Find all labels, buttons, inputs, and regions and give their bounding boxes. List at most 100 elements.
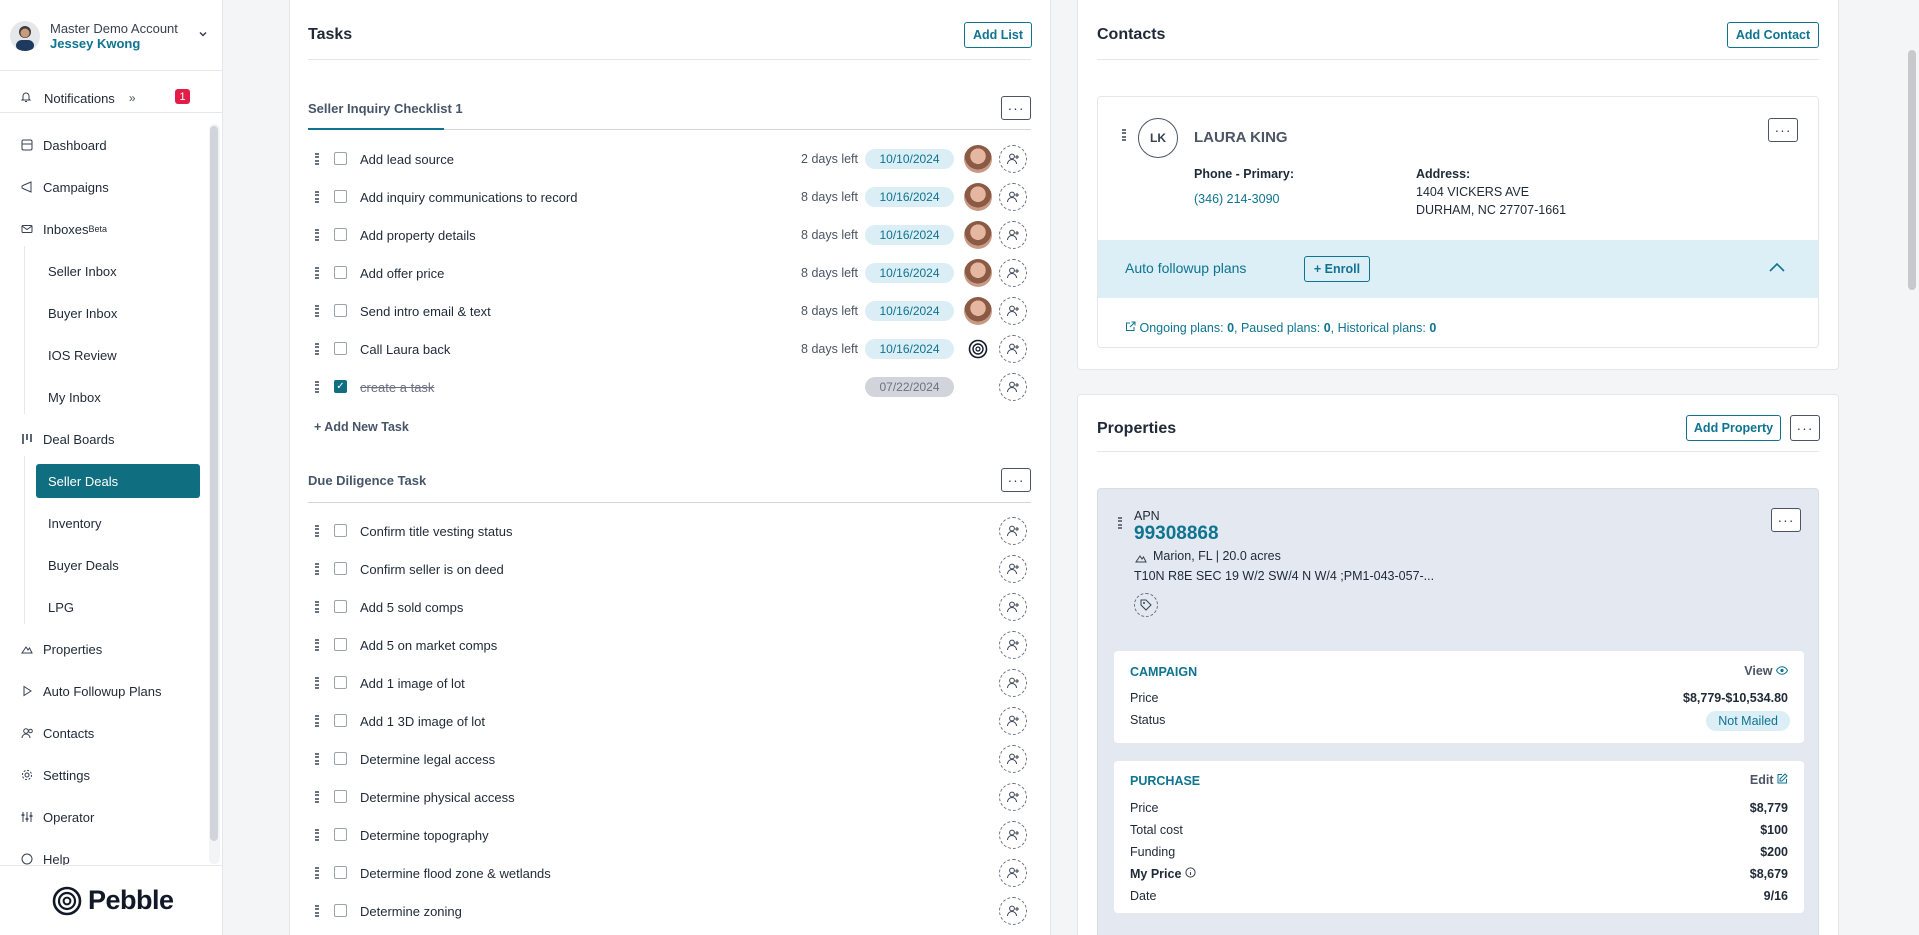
task-name[interactable]: Add property details <box>360 228 476 243</box>
add-assignee-icon[interactable] <box>999 745 1027 773</box>
task-row[interactable]: Add 5 sold comps <box>308 588 1030 626</box>
chevron-up-icon[interactable] <box>1768 260 1786 277</box>
assignee-avatar[interactable] <box>964 297 992 325</box>
task-row[interactable]: Determine physical access <box>308 778 1030 816</box>
purchase-edit-button[interactable]: Edit <box>1750 773 1788 787</box>
task-name[interactable]: Add lead source <box>360 152 454 167</box>
sidebar-item-lpg[interactable]: LPG <box>36 590 200 624</box>
sidebar-item-help[interactable]: Help <box>0 842 210 866</box>
add-contact-button[interactable]: Add Contact <box>1727 22 1819 48</box>
drag-handle-icon[interactable] <box>315 715 319 727</box>
contact-more-button[interactable]: ··· <box>1768 118 1798 142</box>
add-assignee-icon[interactable] <box>999 897 1027 925</box>
sidebar-item-buyer-inbox[interactable]: Buyer Inbox <box>36 296 200 330</box>
assignee-avatar[interactable] <box>964 259 992 287</box>
task-row[interactable]: Determine flood zone & wetlands <box>308 854 1030 892</box>
drag-handle-icon[interactable] <box>315 867 319 879</box>
task-row[interactable]: Add lead source 2 days left 10/10/2024 <box>308 140 1030 178</box>
add-assignee-icon[interactable] <box>999 859 1027 887</box>
chevron-down-icon[interactable] <box>197 28 209 43</box>
sidebar-item-seller-inbox[interactable]: Seller Inbox <box>36 254 200 288</box>
task-name[interactable]: create a task <box>360 380 434 395</box>
assignee-avatar[interactable] <box>964 145 992 173</box>
task-due-date[interactable]: 10/10/2024 <box>865 149 954 169</box>
task-row[interactable]: Confirm seller is on deed <box>308 550 1030 588</box>
task-name[interactable]: Add 1 image of lot <box>360 676 465 691</box>
drag-handle-icon[interactable] <box>315 191 319 203</box>
task-checkbox[interactable] <box>334 304 347 317</box>
task-checkbox[interactable] <box>334 714 347 727</box>
add-new-task-button[interactable]: + Add New Task <box>314 420 409 434</box>
task-checkbox[interactable] <box>334 828 347 841</box>
task-checkbox[interactable] <box>334 342 347 355</box>
drag-handle-icon[interactable] <box>315 677 319 689</box>
contact-name[interactable]: LAURA KING <box>1194 129 1288 146</box>
sidebar-item-campaigns[interactable]: Campaigns <box>0 170 210 204</box>
sidebar-item-buyer-deals[interactable]: Buyer Deals <box>36 548 200 582</box>
task-row[interactable]: Send intro email & text 8 days left 10/16/… <box>308 292 1030 330</box>
task-row[interactable]: Call Laura back 8 days left 10/16/2024 <box>308 330 1030 368</box>
task-due-date[interactable]: 10/16/2024 <box>865 263 954 283</box>
task-row[interactable]: Determine topography <box>308 816 1030 854</box>
sidebar-item-my-inbox[interactable]: My Inbox <box>36 380 200 414</box>
drag-handle-icon[interactable] <box>315 905 319 917</box>
task-checkbox[interactable] <box>334 152 347 165</box>
enroll-button[interactable]: + Enroll <box>1304 256 1370 282</box>
sidebar-item-operator[interactable]: Operator <box>0 800 210 834</box>
sidebar-item-properties[interactable]: Properties <box>0 632 210 666</box>
drag-handle-icon[interactable] <box>315 791 319 803</box>
drag-handle-icon[interactable] <box>315 753 319 765</box>
apn-value[interactable]: 99308868 <box>1134 523 1219 545</box>
page-scrollbar[interactable] <box>1908 50 1916 290</box>
task-row[interactable]: ✓ create a task 07/22/2024 <box>308 368 1030 406</box>
property-more-button[interactable]: ··· <box>1771 508 1801 532</box>
task-checkbox[interactable]: ✓ <box>334 380 347 393</box>
task-name[interactable]: Add offer price <box>360 266 444 281</box>
task-name[interactable]: Add 5 sold comps <box>360 600 463 615</box>
add-assignee-icon[interactable] <box>999 593 1027 621</box>
drag-handle-icon[interactable] <box>315 153 319 165</box>
drag-handle-icon[interactable] <box>315 525 319 537</box>
drag-handle-icon[interactable] <box>315 829 319 841</box>
add-assignee-icon[interactable] <box>999 783 1027 811</box>
task-checkbox[interactable] <box>334 752 347 765</box>
task-checkbox[interactable] <box>334 904 347 917</box>
add-assignee-icon[interactable] <box>999 669 1027 697</box>
add-assignee-icon[interactable] <box>999 373 1027 401</box>
task-row[interactable]: Add inquiry communications to record 8 da… <box>308 178 1030 216</box>
drag-handle-icon[interactable] <box>315 381 319 393</box>
list-more-button[interactable]: ··· <box>1001 96 1031 120</box>
sidebar-item-seller-deals[interactable]: Seller Deals <box>36 464 200 498</box>
sidebar-item-dashboard[interactable]: Dashboard <box>0 128 210 162</box>
sidebar-item-ios-review[interactable]: IOS Review <box>36 338 200 372</box>
task-name[interactable]: Add inquiry communications to record <box>360 190 578 205</box>
task-name[interactable]: Determine topography <box>360 828 489 843</box>
task-checkbox[interactable] <box>334 266 347 279</box>
task-due-date[interactable]: 10/16/2024 <box>865 187 954 207</box>
task-name[interactable]: Determine zoning <box>360 904 462 919</box>
drag-handle-icon[interactable] <box>315 601 319 613</box>
task-checkbox[interactable] <box>334 600 347 613</box>
task-name[interactable]: Confirm seller is on deed <box>360 562 504 577</box>
drag-handle-icon[interactable] <box>315 267 319 279</box>
task-due-date[interactable]: 10/16/2024 <box>865 301 954 321</box>
task-row[interactable]: Determine zoning <box>308 892 1030 930</box>
campaign-view-button[interactable]: View <box>1744 664 1789 678</box>
drag-handle-icon[interactable] <box>315 563 319 575</box>
task-name[interactable]: Determine flood zone & wetlands <box>360 866 551 881</box>
task-due-date[interactable]: 10/16/2024 <box>865 225 954 245</box>
task-checkbox[interactable] <box>334 866 347 879</box>
task-row[interactable]: Add offer price 8 days left 10/16/2024 <box>308 254 1030 292</box>
task-row[interactable]: Add 5 on market comps <box>308 626 1030 664</box>
add-assignee-icon[interactable] <box>999 145 1027 173</box>
task-due-date[interactable]: 10/16/2024 <box>865 339 954 359</box>
task-name[interactable]: Add 1 3D image of lot <box>360 714 485 729</box>
task-row[interactable]: Add property details 8 days left 10/16/202… <box>308 216 1030 254</box>
task-name[interactable]: Send intro email & text <box>360 304 491 319</box>
add-property-button[interactable]: Add Property <box>1686 415 1781 441</box>
sidebar-item-inboxes[interactable]: Inboxes Beta <box>0 212 210 246</box>
drag-handle-icon[interactable] <box>1122 129 1126 141</box>
task-checkbox[interactable] <box>334 228 347 241</box>
phone-link[interactable]: (346) 214-3090 <box>1194 192 1279 206</box>
drag-handle-icon[interactable] <box>315 343 319 355</box>
